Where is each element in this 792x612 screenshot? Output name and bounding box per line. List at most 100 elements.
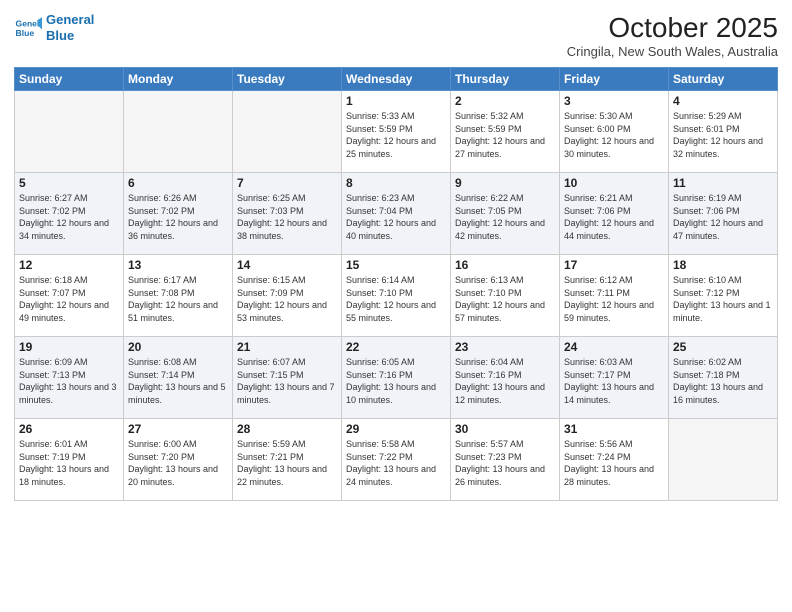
- header-thursday: Thursday: [451, 68, 560, 91]
- page: General Blue General Blue October 2025 C…: [0, 0, 792, 612]
- day-info: Sunrise: 6:17 AM Sunset: 7:08 PM Dayligh…: [128, 274, 228, 324]
- table-row: 27Sunrise: 6:00 AM Sunset: 7:20 PM Dayli…: [124, 419, 233, 501]
- header: General Blue General Blue October 2025 C…: [14, 12, 778, 59]
- day-number: 19: [19, 340, 119, 354]
- day-info: Sunrise: 6:08 AM Sunset: 7:14 PM Dayligh…: [128, 356, 228, 406]
- day-number: 4: [673, 94, 773, 108]
- logo-blue: Blue: [46, 28, 74, 43]
- header-saturday: Saturday: [669, 68, 778, 91]
- location: Cringila, New South Wales, Australia: [567, 44, 778, 59]
- day-info: Sunrise: 6:19 AM Sunset: 7:06 PM Dayligh…: [673, 192, 773, 242]
- table-row: 16 Sunrise: 6:13 AM Sunset: 7:10 PM Dayli…: [451, 255, 560, 337]
- day-number: 28: [237, 422, 337, 436]
- table-row: 15 Sunrise: 6:14 AM Sunset: 7:10 PM Dayli…: [342, 255, 451, 337]
- day-number: 12: [19, 258, 119, 272]
- day-number: 17: [564, 258, 664, 272]
- day-info: Sunrise: 5:30 AM Sunset: 6:00 PM Dayligh…: [564, 110, 664, 160]
- table-row: 22 Sunrise: 6:05 AM Sunset: 7:16 PM Dayli…: [342, 337, 451, 419]
- table-row: 20 Sunrise: 6:08 AM Sunset: 7:14 PM Dayli…: [124, 337, 233, 419]
- day-info: Sunrise: 5:33 AM Sunset: 5:59 PM Dayligh…: [346, 110, 446, 160]
- day-info: Sunrise: 6:27 AM Sunset: 7:02 PM Dayligh…: [19, 192, 119, 242]
- logo: General Blue General Blue: [14, 12, 94, 43]
- table-row: 18 Sunrise: 6:10 AM Sunset: 7:12 PM Dayli…: [669, 255, 778, 337]
- logo-text: General Blue: [46, 12, 94, 43]
- table-row: 30 Sunrise: 5:57 AM Sunset: 7:23 PM Dayli…: [451, 419, 560, 501]
- day-number: 10: [564, 176, 664, 190]
- day-number: 31: [564, 422, 664, 436]
- table-row: 10 Sunrise: 6:21 AM Sunset: 7:06 PM Dayli…: [560, 173, 669, 255]
- table-row: [124, 91, 233, 173]
- day-number: 22: [346, 340, 446, 354]
- day-number: 29: [346, 422, 446, 436]
- table-row: 11 Sunrise: 6:19 AM Sunset: 7:06 PM Dayli…: [669, 173, 778, 255]
- day-number: 14: [237, 258, 337, 272]
- day-info: Sunrise: 6:21 AM Sunset: 7:06 PM Dayligh…: [564, 192, 664, 242]
- day-number: 7: [237, 176, 337, 190]
- day-number: 5: [19, 176, 119, 190]
- day-info: Sunrise: 6:10 AM Sunset: 7:12 PM Dayligh…: [673, 274, 773, 324]
- header-wednesday: Wednesday: [342, 68, 451, 91]
- day-info: Sunrise: 5:56 AM Sunset: 7:24 PM Dayligh…: [564, 438, 664, 488]
- day-info: Sunrise: 5:32 AM Sunset: 5:59 PM Dayligh…: [455, 110, 555, 160]
- day-number: 13: [128, 258, 228, 272]
- logo-general: General: [46, 12, 94, 27]
- table-row: 23 Sunrise: 6:04 AM Sunset: 7:16 PM Dayli…: [451, 337, 560, 419]
- day-info: Sunrise: 6:01 AM Sunset: 7:19 PM Dayligh…: [19, 438, 119, 488]
- table-row: 6Sunrise: 6:26 AM Sunset: 7:02 PM Daylig…: [124, 173, 233, 255]
- day-number: 20: [128, 340, 228, 354]
- header-tuesday: Tuesday: [233, 68, 342, 91]
- day-number: 21: [237, 340, 337, 354]
- day-info: Sunrise: 6:13 AM Sunset: 7:10 PM Dayligh…: [455, 274, 555, 324]
- table-row: 28Sunrise: 5:59 AM Sunset: 7:21 PM Dayli…: [233, 419, 342, 501]
- day-number: 15: [346, 258, 446, 272]
- week-row-3: 12 Sunrise: 6:18 AM Sunset: 7:07 PM Dayli…: [15, 255, 778, 337]
- day-number: 30: [455, 422, 555, 436]
- day-info: Sunrise: 6:05 AM Sunset: 7:16 PM Dayligh…: [346, 356, 446, 406]
- day-info: Sunrise: 6:02 AM Sunset: 7:18 PM Dayligh…: [673, 356, 773, 406]
- table-row: 25 Sunrise: 6:02 AM Sunset: 7:18 PM Dayli…: [669, 337, 778, 419]
- day-number: 11: [673, 176, 773, 190]
- table-row: 4 Sunrise: 5:29 AM Sunset: 6:01 PM Daylig…: [669, 91, 778, 173]
- day-info: Sunrise: 6:18 AM Sunset: 7:07 PM Dayligh…: [19, 274, 119, 324]
- day-info: Sunrise: 5:29 AM Sunset: 6:01 PM Dayligh…: [673, 110, 773, 160]
- table-row: 1Sunrise: 5:33 AM Sunset: 5:59 PM Daylig…: [342, 91, 451, 173]
- table-row: 12 Sunrise: 6:18 AM Sunset: 7:07 PM Dayli…: [15, 255, 124, 337]
- table-row: 14 Sunrise: 6:15 AM Sunset: 7:09 PM Dayli…: [233, 255, 342, 337]
- day-number: 27: [128, 422, 228, 436]
- logo-icon: General Blue: [14, 14, 42, 42]
- week-row-1: 1Sunrise: 5:33 AM Sunset: 5:59 PM Daylig…: [15, 91, 778, 173]
- day-info: Sunrise: 5:58 AM Sunset: 7:22 PM Dayligh…: [346, 438, 446, 488]
- day-info: Sunrise: 6:12 AM Sunset: 7:11 PM Dayligh…: [564, 274, 664, 324]
- day-info: Sunrise: 6:07 AM Sunset: 7:15 PM Dayligh…: [237, 356, 337, 406]
- day-number: 16: [455, 258, 555, 272]
- calendar-table: Sunday Monday Tuesday Wednesday Thursday…: [14, 67, 778, 501]
- header-sunday: Sunday: [15, 68, 124, 91]
- day-info: Sunrise: 6:15 AM Sunset: 7:09 PM Dayligh…: [237, 274, 337, 324]
- day-info: Sunrise: 6:14 AM Sunset: 7:10 PM Dayligh…: [346, 274, 446, 324]
- week-row-4: 19 Sunrise: 6:09 AM Sunset: 7:13 PM Dayli…: [15, 337, 778, 419]
- day-number: 25: [673, 340, 773, 354]
- day-number: 18: [673, 258, 773, 272]
- day-info: Sunrise: 6:09 AM Sunset: 7:13 PM Dayligh…: [19, 356, 119, 406]
- table-row: 8 Sunrise: 6:23 AM Sunset: 7:04 PM Daylig…: [342, 173, 451, 255]
- day-number: 24: [564, 340, 664, 354]
- table-row: 31 Sunrise: 5:56 AM Sunset: 7:24 PM Dayli…: [560, 419, 669, 501]
- table-row: 3 Sunrise: 5:30 AM Sunset: 6:00 PM Daylig…: [560, 91, 669, 173]
- header-monday: Monday: [124, 68, 233, 91]
- table-row: 21 Sunrise: 6:07 AM Sunset: 7:15 PM Dayli…: [233, 337, 342, 419]
- day-info: Sunrise: 6:25 AM Sunset: 7:03 PM Dayligh…: [237, 192, 337, 242]
- table-row: 13 Sunrise: 6:17 AM Sunset: 7:08 PM Dayli…: [124, 255, 233, 337]
- day-info: Sunrise: 6:04 AM Sunset: 7:16 PM Dayligh…: [455, 356, 555, 406]
- day-number: 9: [455, 176, 555, 190]
- day-info: Sunrise: 5:57 AM Sunset: 7:23 PM Dayligh…: [455, 438, 555, 488]
- table-row: [669, 419, 778, 501]
- day-number: 3: [564, 94, 664, 108]
- week-row-2: 5 Sunrise: 6:27 AM Sunset: 7:02 PM Daylig…: [15, 173, 778, 255]
- day-info: Sunrise: 6:23 AM Sunset: 7:04 PM Dayligh…: [346, 192, 446, 242]
- table-row: 29 Sunrise: 5:58 AM Sunset: 7:22 PM Dayli…: [342, 419, 451, 501]
- day-number: 2: [455, 94, 555, 108]
- table-row: 19 Sunrise: 6:09 AM Sunset: 7:13 PM Dayli…: [15, 337, 124, 419]
- day-number: 23: [455, 340, 555, 354]
- table-row: [15, 91, 124, 173]
- day-number: 8: [346, 176, 446, 190]
